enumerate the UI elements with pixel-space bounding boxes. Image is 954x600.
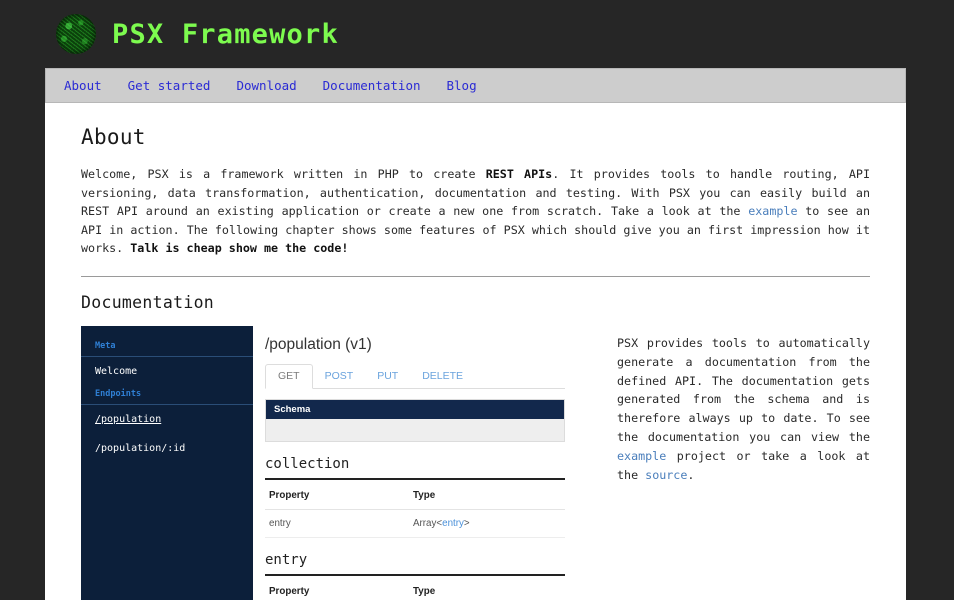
section-divider <box>81 275 870 277</box>
schema-title-entry: entry <box>265 552 565 576</box>
cell-property: entry <box>265 509 409 538</box>
page-content: About Welcome, PSX is a framework writte… <box>45 103 906 600</box>
schema-entry: entry Property Type id Integer <box>265 552 565 600</box>
schema-collection: collection Property Type entry Array<ent… <box>265 456 565 538</box>
method-tabs: GET POST PUT DELETE <box>265 363 565 389</box>
main-navigation: About Get started Download Documentation… <box>45 68 906 103</box>
sidebar-heading-meta: Meta <box>81 338 253 357</box>
type-link-entry[interactable]: entry <box>442 518 464 529</box>
tab-put[interactable]: PUT <box>365 365 410 388</box>
tab-post[interactable]: POST <box>313 365 366 388</box>
tab-get[interactable]: GET <box>265 363 313 389</box>
table-header-row: Property Type <box>265 479 565 510</box>
schema-panel-header: Schema <box>266 399 564 419</box>
nav-item-blog[interactable]: Blog <box>447 78 477 93</box>
schema-title-collection: collection <box>265 456 565 480</box>
type-suffix: > <box>463 517 470 529</box>
column-header-property: Property <box>265 479 409 510</box>
documentation-preview: Meta Welcome Endpoints /population /popu… <box>81 325 870 600</box>
sidebar-item-welcome[interactable]: Welcome <box>81 357 253 386</box>
column-header-type: Type <box>409 479 565 510</box>
about-example-link[interactable]: example <box>748 204 797 218</box>
nav-item-documentation[interactable]: Documentation <box>323 78 421 93</box>
site-header: PSX Framework <box>0 0 954 68</box>
nav-item-download[interactable]: Download <box>236 78 296 93</box>
about-bold-talk-is-cheap: Talk is cheap show me the code! <box>130 241 349 256</box>
nav-item-get-started[interactable]: Get started <box>128 78 211 93</box>
aside-source-link[interactable]: source <box>645 468 687 482</box>
doc-aside-paragraph: PSX provides tools to automatically gene… <box>617 334 870 484</box>
aside-text-1: PSX provides tools to automatically gene… <box>617 335 870 444</box>
tab-delete[interactable]: DELETE <box>410 365 475 388</box>
sidebar-heading-endpoints: Endpoints <box>81 386 253 405</box>
property-table-entry: Property Type id Integer place Integer <box>265 575 565 600</box>
type-prefix: Array< <box>413 517 443 529</box>
schema-panel: Schema <box>265 398 565 442</box>
aside-text-3: . <box>687 467 695 482</box>
doc-sidebar: Meta Welcome Endpoints /population /popu… <box>81 325 253 600</box>
schema-panel-body <box>266 418 564 441</box>
matrix-sphere-icon <box>56 14 96 54</box>
table-header-row: Property Type <box>265 575 565 600</box>
column-header-property: Property <box>265 575 409 600</box>
about-text-1: Welcome, PSX is a framework written in P… <box>81 167 486 181</box>
doc-aside: PSX provides tools to automatically gene… <box>565 326 870 600</box>
property-table-collection: Property Type entry Array<entry> <box>265 479 565 538</box>
doc-main: /population (v1) GET POST PUT DELETE Sch… <box>253 326 565 600</box>
sidebar-item-population-id[interactable]: /population/:id <box>81 434 253 463</box>
about-bold-rest-apis: REST APIs <box>485 167 553 181</box>
cell-type: Array<entry> <box>409 509 565 538</box>
about-paragraph: Welcome, PSX is a framework written in P… <box>81 165 870 258</box>
sidebar-item-population[interactable]: /population <box>81 405 253 434</box>
brand-title: PSX Framework <box>112 18 339 50</box>
table-row: entry Array<entry> <box>265 509 565 538</box>
aside-example-link[interactable]: example <box>617 449 666 463</box>
doc-route-title: /population (v1) <box>265 335 372 353</box>
nav-item-about[interactable]: About <box>64 78 102 93</box>
column-header-type: Type <box>409 575 565 600</box>
about-heading: About <box>81 125 146 149</box>
documentation-heading: Documentation <box>81 292 215 312</box>
